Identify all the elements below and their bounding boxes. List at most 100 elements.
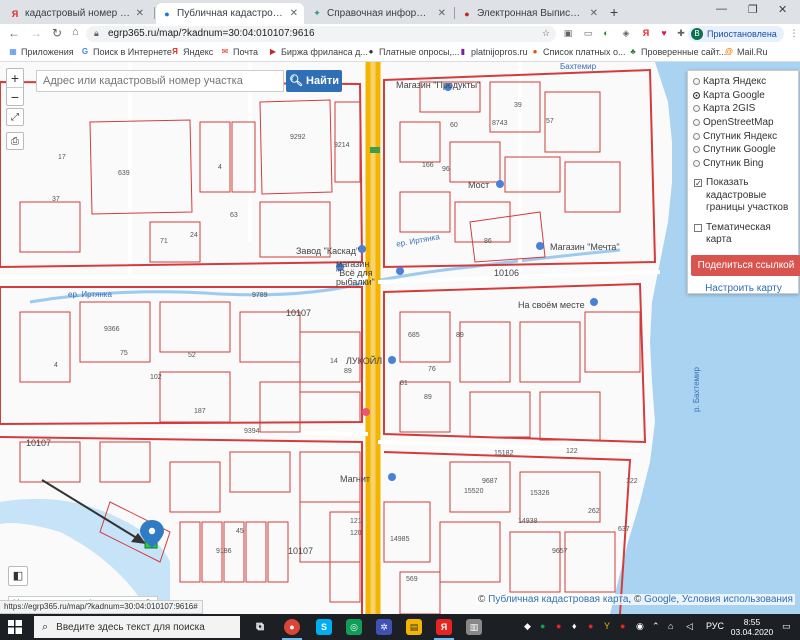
radio-button[interactable] — [693, 78, 700, 86]
system-clock[interactable]: 8:55 03.04.2020 — [730, 617, 774, 637]
document-icon[interactable]: ▥ — [466, 619, 482, 635]
browser-tab-active[interactable]: ● Публичная кадастровая карта ✕ — [156, 3, 304, 24]
app-icon[interactable]: ✲ — [376, 619, 392, 635]
windows-start-icon[interactable] — [8, 620, 22, 634]
url-field[interactable]: egrp365.ru/map/?kadnum=30:04:010107:9616 — [86, 26, 556, 42]
map-canvas[interactable] — [0, 62, 800, 614]
yandex-ext-icon[interactable]: Я — [640, 27, 652, 39]
attribution-link-terms[interactable]: Условия использования — [682, 594, 793, 605]
puzzle-icon[interactable]: ✚ — [675, 27, 687, 39]
cadastral-map[interactable]: Магазин "Продукты" Завод "Каскад" магази… — [0, 62, 800, 614]
layer-option-osm[interactable]: OpenStreetMap — [693, 116, 794, 130]
lock-icon[interactable]: 🔒︎ — [94, 28, 99, 39]
new-tab-button[interactable]: + — [610, 4, 618, 20]
chrome-icon[interactable]: ● — [282, 619, 302, 640]
tray-icon[interactable]: ◉ — [636, 621, 644, 632]
close-tab-icon[interactable]: ✕ — [136, 8, 144, 19]
thematic-map-checkbox[interactable]: Тематическая карта — [693, 222, 794, 247]
file-explorer-icon[interactable]: ▤ — [406, 619, 422, 635]
maximize-window-icon[interactable]: ❐ — [748, 3, 758, 16]
layer-option-2gis[interactable]: Карта 2GIS — [693, 102, 794, 116]
bookmark-item[interactable]: ✉ Почта — [220, 47, 258, 57]
input-language[interactable]: РУС — [706, 621, 724, 631]
radio-button-selected[interactable] — [693, 91, 700, 99]
checkbox-label: Тематическая карта — [706, 221, 771, 246]
layer-option-yandex-satellite[interactable]: Спутник Яндекс — [693, 129, 794, 143]
radio-button[interactable] — [693, 146, 700, 154]
zoom-out-button[interactable]: − — [7, 87, 23, 105]
menu-icon[interactable]: ⋮ — [788, 27, 800, 39]
bookmark-item[interactable]: ♣ Проверенные сайт... — [628, 47, 726, 57]
checkbox-unchecked[interactable] — [694, 223, 702, 232]
search-button[interactable]: 🔍︎ Найти — [286, 70, 342, 92]
parcel-number: 8743 — [492, 120, 508, 127]
bookmark-item[interactable]: @ Mail.Ru — [724, 47, 767, 57]
network-icon[interactable]: ⌂ — [668, 621, 673, 631]
browser-tab[interactable]: ● Электронная Выписка из ЕГРН ✕ — [456, 3, 604, 24]
attribution-link-pkk[interactable]: Публичная кадастровая карта — [488, 594, 628, 605]
tray-icon[interactable]: ◆ — [524, 621, 531, 632]
place-label: Бахтемир — [560, 62, 597, 71]
close-tab-icon[interactable]: ✕ — [438, 8, 446, 19]
star-bookmark-icon[interactable]: ☆ — [540, 27, 552, 39]
tray-icon[interactable]: Y — [604, 621, 610, 631]
layer-option-bing-satellite[interactable]: Спутник Bing — [693, 157, 794, 171]
app-icon[interactable]: ◎ — [346, 619, 362, 635]
print-icon[interactable]: ⎙ — [6, 132, 24, 150]
radio-button[interactable] — [693, 105, 700, 113]
show-boundaries-checkbox[interactable]: ✓ Показать кадастровые границы участков — [693, 177, 794, 215]
close-tab-icon[interactable]: ✕ — [590, 8, 598, 19]
tray-icon[interactable]: ♦ — [572, 621, 577, 631]
browser-tab[interactable]: Я кадастровый номер по адресу с ✕ — [4, 3, 150, 24]
skype-icon[interactable]: S — [316, 619, 332, 635]
radio-button[interactable] — [693, 159, 700, 167]
extension-icon[interactable]: ◐ — [600, 27, 612, 39]
layer-option-google-satellite[interactable]: Спутник Google — [693, 143, 794, 157]
task-view-icon[interactable]: ⧉ — [252, 619, 268, 635]
home-icon[interactable]: ⌂ — [72, 26, 79, 38]
share-link-button[interactable]: Поделиться ссылкой — [691, 254, 800, 276]
reload-icon[interactable]: ↻ — [52, 26, 62, 40]
radio-button[interactable] — [693, 132, 700, 140]
bookmark-item[interactable]: ▮ platnijopros.ru — [458, 47, 528, 57]
checkbox-checked[interactable]: ✓ — [694, 179, 702, 188]
bookmark-item[interactable]: G Поиск в Интернете — [80, 47, 172, 57]
forward-icon[interactable]: → — [30, 26, 42, 40]
fullscreen-icon[interactable]: ⤢ — [6, 108, 24, 126]
zoom-in-button[interactable]: + — [7, 69, 23, 87]
back-icon[interactable]: ← — [8, 26, 20, 40]
parcel-number: 15182 — [494, 450, 514, 457]
close-window-icon[interactable]: ✕ — [778, 3, 787, 16]
bookmark-item[interactable]: ▶ Биржа фриланса д... — [268, 47, 368, 57]
volume-icon[interactable]: ◁ — [686, 621, 693, 632]
radio-button[interactable] — [693, 119, 700, 127]
layers-icon[interactable]: ◧ — [8, 566, 28, 586]
browser-tab[interactable]: ✦ Справочная информация по об ✕ — [306, 3, 452, 24]
address-search-input[interactable] — [36, 70, 284, 92]
fuel-marker — [362, 408, 370, 416]
tray-icon[interactable]: ● — [540, 621, 545, 631]
cast-icon[interactable]: ▭ — [582, 27, 594, 39]
layer-option-yandex-map[interactable]: Карта Яндекс — [693, 75, 794, 89]
heart-ext-icon[interactable]: ♥ — [658, 27, 670, 39]
yandex-browser-icon[interactable]: Я — [434, 619, 454, 640]
tray-icon[interactable]: ● — [556, 621, 561, 631]
close-tab-icon[interactable]: ✕ — [290, 8, 298, 19]
profile-button[interactable]: В Приостановлена — [688, 26, 784, 42]
configure-map-link[interactable]: Настроить карту — [693, 283, 794, 294]
minimize-window-icon[interactable]: — — [716, 3, 727, 15]
show-hidden-icons[interactable]: ⌃ — [652, 621, 660, 632]
taskbar-search-box[interactable]: ⌕ Введите здесь текст для поиска — [34, 616, 240, 638]
notifications-icon[interactable]: ▭ — [782, 621, 791, 632]
bookmark-item[interactable]: ● Платные опросы,... — [366, 47, 460, 57]
shield-icon[interactable]: ◈ — [620, 27, 632, 39]
attribution-link-google[interactable]: Google — [644, 594, 676, 605]
camera-icon[interactable]: ▣ — [562, 27, 574, 39]
tray-icon[interactable]: ● — [588, 621, 593, 631]
bookmark-item[interactable]: Я Яндекс — [170, 47, 213, 57]
layer-option-google-map[interactable]: Карта Google — [693, 89, 794, 103]
bookmark-apps[interactable]: ▦ Приложения — [8, 47, 73, 57]
tab-title: Справочная информация по об — [327, 8, 433, 19]
bookmark-item[interactable]: ● Список платных о... — [530, 47, 626, 57]
tray-icon[interactable]: ● — [620, 621, 625, 631]
